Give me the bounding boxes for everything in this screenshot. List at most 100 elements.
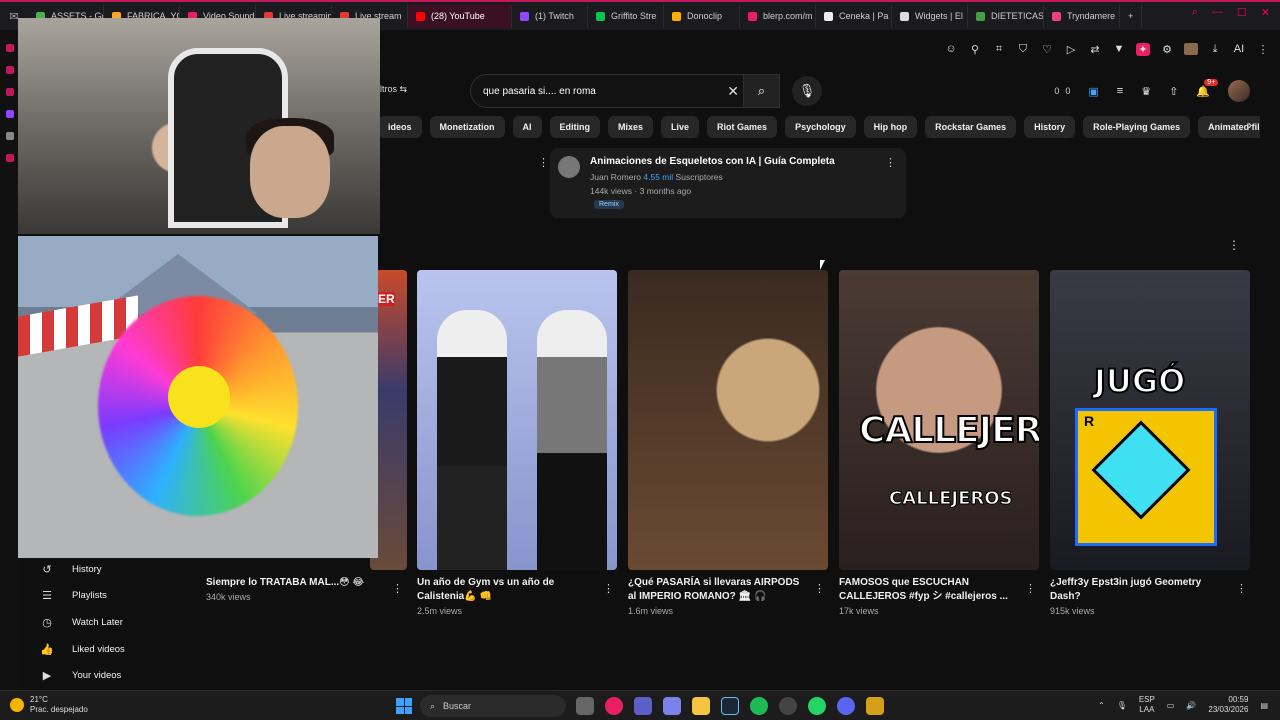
close-icon[interactable]: ✕ — [1261, 6, 1270, 19]
app-icon[interactable] — [866, 697, 884, 715]
chip[interactable]: Riot Games — [707, 116, 778, 138]
play-icon[interactable]: ▷ — [1064, 43, 1078, 56]
browser-tab[interactable]: Tryndamere — [1044, 4, 1120, 28]
video-title[interactable]: FAMOSOS que ESCUCHAN CALLEJEROS #fyp シ #… — [839, 576, 1015, 604]
sidebar-item-playlists[interactable]: ☰ Playlists — [40, 583, 190, 610]
chip[interactable]: AI — [512, 116, 542, 138]
chip[interactable]: Rockstar Games — [925, 116, 1017, 138]
maximize-icon[interactable]: ☐ — [1237, 6, 1247, 19]
taskbar-search[interactable]: ⌕ Buscar — [420, 695, 566, 717]
chevron-right-icon[interactable]: › — [1248, 118, 1252, 132]
volume-icon[interactable]: 🔊 — [1186, 701, 1196, 710]
browser-tab[interactable]: Griffito Stre — [588, 4, 664, 28]
browser-tab[interactable]: blerp.com/m — [740, 4, 816, 28]
browser-tab[interactable]: Ceneka | Pa — [816, 4, 892, 28]
opera-icon[interactable] — [605, 697, 623, 715]
browser-tab[interactable]: (28) YouTube — [408, 4, 512, 28]
video-thumbnail[interactable]: JUGÓ R — [1050, 270, 1250, 570]
heart-icon[interactable]: ♡ — [1040, 43, 1054, 56]
teams-icon[interactable] — [634, 697, 652, 715]
language-indicator[interactable]: ESP LAA — [1139, 695, 1155, 715]
download-icon[interactable]: ⤓ — [1208, 43, 1222, 56]
suggestion-channel[interactable]: Juan Romero 4.55 mil Suscriptores — [590, 172, 723, 182]
side-app-icon[interactable] — [6, 132, 14, 140]
video-thumbnail[interactable] — [628, 270, 828, 570]
steam-icon[interactable] — [721, 697, 739, 715]
profile-thumb-icon[interactable] — [1184, 43, 1198, 55]
side-app-icon[interactable] — [6, 154, 14, 162]
list-icon[interactable]: ≡ — [1117, 85, 1123, 97]
microphone-icon[interactable]: 🎙 — [792, 76, 822, 106]
chip[interactable]: Editing — [549, 116, 601, 138]
chip[interactable]: ideos — [378, 116, 422, 138]
filters-button[interactable]: ltros ⇆ — [380, 84, 407, 95]
task-view-icon[interactable] — [576, 697, 594, 715]
browser-tab[interactable]: Donoclip — [664, 4, 740, 28]
obs-icon[interactable] — [779, 697, 797, 715]
sidebar-item-watch-later[interactable]: ◷ Watch Later — [40, 609, 190, 636]
teams-icon[interactable] — [663, 697, 681, 715]
video-thumbnail[interactable]: CALLEJEROS CALLEJEROS — [839, 270, 1039, 570]
sidebar-item-history[interactable]: ↺ History — [40, 556, 190, 583]
more-icon[interactable]: ⋮ — [1256, 43, 1270, 56]
minimize-icon[interactable]: — — [1212, 6, 1223, 19]
puzzle-icon[interactable]: ⚙ — [1160, 43, 1174, 56]
video-more-icon[interactable]: ⋮ — [603, 582, 614, 595]
search-icon[interactable]: ⌕ — [743, 75, 779, 107]
suggestion-card[interactable]: Animaciones de Esqueletos con IA | Guía … — [550, 148, 906, 218]
video-more-icon[interactable]: ⋮ — [1236, 582, 1247, 595]
whatsapp-icon[interactable] — [808, 697, 826, 715]
browser-tab[interactable]: Widgets | El — [892, 4, 968, 28]
row-more-icon[interactable]: ⋮ — [1228, 238, 1240, 252]
filter-icon[interactable]: ▼ — [1112, 43, 1126, 55]
windows-start-icon[interactable] — [396, 698, 412, 714]
extension-pink-icon[interactable]: ✦ — [1136, 42, 1150, 56]
upload-icon[interactable]: ⇧ — [1169, 85, 1178, 98]
notifications-icon[interactable]: 🔔 9+ — [1196, 78, 1219, 98]
chip[interactable]: Live — [661, 116, 700, 138]
sidebar-item-your-videos[interactable]: ▶ Your videos — [40, 662, 190, 689]
video-more-icon[interactable]: ⋮ — [814, 582, 825, 595]
side-app-icon[interactable] — [6, 66, 14, 74]
network-icon[interactable]: ▭ — [1167, 701, 1175, 710]
chip[interactable]: Monetization — [429, 116, 505, 138]
crop-icon[interactable]: ⌗ — [992, 43, 1006, 56]
trophy-icon[interactable]: ♛ — [1141, 85, 1151, 98]
suggestion-title[interactable]: Animaciones de Esqueletos con IA | Guía … — [590, 156, 835, 167]
side-app-icon[interactable] — [6, 88, 14, 96]
chip[interactable]: Role-Playing Games — [1083, 116, 1191, 138]
spotify-icon[interactable] — [750, 697, 768, 715]
video-title[interactable]: ¿Jeffr3y Epst3in jugó Geometry Dash? — [1050, 576, 1226, 604]
new-tab-button[interactable]: + — [1120, 4, 1143, 28]
more-options-icon[interactable]: ⋮ — [538, 156, 549, 169]
video-more-icon[interactable]: ⋮ — [392, 582, 403, 595]
avatar[interactable] — [1228, 80, 1250, 102]
side-app-icon[interactable] — [6, 44, 14, 52]
chip[interactable]: Mixes — [608, 116, 654, 138]
video-title[interactable]: Siempre lo TRATABA MAL...😳 😂 — [206, 576, 366, 590]
browser-tab[interactable]: DIETETICAS — [968, 4, 1044, 28]
video-more-icon[interactable]: ⋮ — [1025, 582, 1036, 595]
chevron-up-icon[interactable]: ⌃ — [1098, 701, 1105, 710]
shield-icon[interactable]: ⛉ — [1016, 43, 1030, 56]
clock[interactable]: 00:59 23/03/2026 — [1208, 695, 1248, 715]
chip[interactable]: History — [1024, 116, 1076, 138]
chip[interactable]: Psychology — [785, 116, 856, 138]
channel-avatar[interactable] — [558, 156, 580, 178]
more-options-icon[interactable]: ⋮ — [885, 156, 896, 169]
sidebar-item-liked-videos[interactable]: 👍 Liked videos — [40, 636, 190, 663]
pin-icon[interactable]: ⚲ — [968, 43, 982, 56]
mic-tray-icon[interactable]: 🎙 — [1117, 701, 1127, 710]
video-title[interactable]: ¿Qué PASARÍA si llevaras AIRPODS al IMPE… — [628, 576, 804, 604]
file-explorer-icon[interactable] — [692, 697, 710, 715]
search-tabs-icon[interactable]: ⌕ — [1192, 6, 1198, 19]
translate-icon[interactable]: ⇄ — [1088, 43, 1102, 56]
ai-icon[interactable]: AI — [1232, 43, 1246, 55]
weather-widget[interactable]: 21°C Prac. despejado — [10, 695, 88, 715]
browser-tab[interactable]: (1) Twitch — [512, 4, 588, 28]
search-input[interactable]: que pasaria si.... en roma ✕ ⌕ — [470, 74, 780, 108]
side-app-icon[interactable] — [6, 110, 14, 118]
counter-widget[interactable]: 0 0 — [1054, 86, 1070, 96]
extension-blue-icon[interactable]: ▣ — [1088, 85, 1098, 98]
clear-search-icon[interactable]: ✕ — [727, 83, 739, 100]
